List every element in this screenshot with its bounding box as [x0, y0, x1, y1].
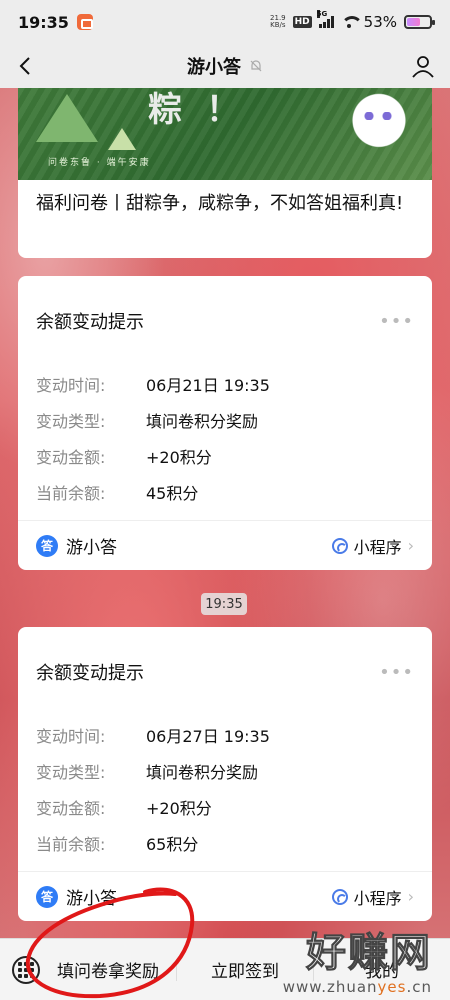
battery-icon	[404, 15, 435, 29]
card-title: 余额变动提示	[36, 312, 144, 333]
status-bar: 19:35 21.9 KB/s HD 5G 53%	[0, 0, 450, 44]
balance-change-card[interactable]: 余额变动提示 ••• 变动时间: 06月21日 19:35 变动类型: 填问卷积…	[18, 276, 432, 570]
wifi-icon	[340, 16, 363, 28]
cover-headline: 粽！	[148, 90, 264, 130]
card-footer[interactable]: 答 游小答 小程序 ›	[18, 871, 432, 921]
article-cover-image: 粽！ 问卷东鲁 · 端午安康	[18, 88, 432, 180]
chevron-right-icon: ›	[407, 887, 414, 906]
card-title: 余额变动提示	[36, 663, 144, 684]
detail-row-type: 变动类型: 填问卷积分奖励	[36, 763, 259, 782]
message-timestamp: 19:35	[201, 593, 247, 615]
cellular-signal-icon: 5G	[316, 10, 334, 28]
article-title: 福利问卷丨甜粽争，咸粽争，不如答姐福利真!	[36, 193, 404, 214]
detail-row-time: 变动时间: 06月27日 19:35	[36, 727, 270, 746]
detail-row-amount: 变动金额: +20积分	[36, 448, 212, 467]
app-name: 游小答	[66, 889, 117, 909]
mini-program-icon	[331, 888, 348, 905]
chat-title-bar: 游小答	[0, 44, 450, 88]
bottom-menu-bar: 填问卷拿奖励 立即签到 我的	[0, 938, 450, 1000]
hd-icon: HD	[292, 16, 312, 28]
app-logo-icon: 答	[36, 885, 58, 908]
page-title: 游小答	[187, 57, 241, 78]
menu-item-survey[interactable]: 填问卷拿奖励	[40, 957, 176, 982]
network-speed: 21.9 KB/s	[270, 14, 286, 29]
back-button[interactable]	[12, 52, 40, 80]
article-card[interactable]: 粽！ 问卷东鲁 · 端午安康 福利问卷丨甜粽争，咸粽争，不如答姐福利真!	[18, 88, 432, 258]
card-footer[interactable]: 答 游小答 小程序 ›	[18, 520, 432, 570]
small-zongzi-illustration	[108, 128, 136, 150]
detail-row-time: 变动时间: 06月21日 19:35	[36, 376, 270, 395]
mini-program-link[interactable]: 小程序 ›	[331, 885, 414, 909]
mini-program-link[interactable]: 小程序 ›	[331, 534, 414, 558]
status-time: 19:35	[18, 12, 69, 32]
balance-change-card[interactable]: 余额变动提示 ••• 变动时间: 06月27日 19:35 变动类型: 填问卷积…	[18, 627, 432, 921]
detail-row-type: 变动类型: 填问卷积分奖励	[36, 412, 259, 431]
mute-bell-icon	[250, 60, 262, 72]
more-options-icon[interactable]: •••	[379, 662, 414, 683]
cover-caption: 问卷东鲁 · 端午安康	[48, 158, 151, 168]
person-icon	[412, 56, 434, 78]
battery-level-fill	[407, 18, 420, 26]
detail-row-amount: 变动金额: +20积分	[36, 799, 212, 818]
keyboard-icon[interactable]	[12, 955, 40, 984]
detail-row-balance: 当前余额: 65积分	[36, 835, 199, 854]
profile-button[interactable]	[410, 53, 436, 79]
app-logo-icon: 答	[36, 534, 58, 557]
menu-item-mine[interactable]: 我的	[314, 957, 450, 982]
status-indicators: 21.9 KB/s HD 5G 53%	[270, 10, 435, 31]
battery-percent: 53%	[363, 13, 397, 31]
mascot-illustration	[346, 90, 412, 170]
notification-app-icon	[76, 14, 93, 30]
more-options-icon[interactable]: •••	[379, 311, 414, 332]
detail-list: 变动时间: 06月27日 19:35 变动类型: 填问卷积分奖励 变动金额: +…	[18, 717, 432, 861]
detail-row-balance: 当前余额: 45积分	[36, 484, 199, 503]
menu-item-checkin[interactable]: 立即签到	[177, 957, 313, 982]
chevron-left-icon	[19, 57, 30, 75]
mini-program-icon	[331, 537, 348, 554]
chevron-right-icon: ›	[407, 536, 414, 555]
detail-list: 变动时间: 06月21日 19:35 变动类型: 填问卷积分奖励 变动金额: +…	[18, 366, 432, 510]
app-name: 游小答	[66, 538, 117, 558]
zongzi-illustration	[36, 94, 98, 142]
